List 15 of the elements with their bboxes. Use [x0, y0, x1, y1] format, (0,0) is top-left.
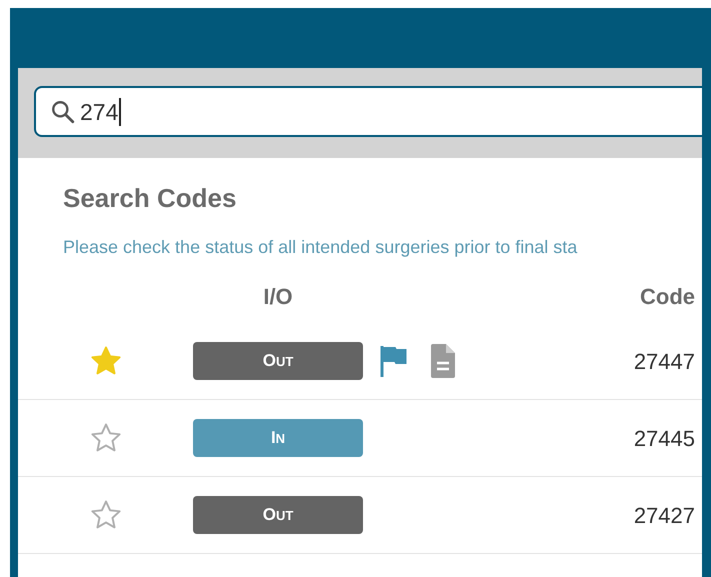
flag-icon[interactable]	[379, 344, 409, 378]
io-badge: IN	[193, 419, 363, 457]
column-header: Code	[640, 282, 696, 310]
io-badge: OUT	[193, 342, 363, 380]
dialog-title: Search Codes	[63, 182, 238, 215]
search-icon	[50, 98, 76, 124]
notice-text: Please check the status of all intended surgeries prior to final sta	[63, 236, 578, 259]
io-badge: OUT	[193, 496, 363, 534]
column-header: I/O	[262, 282, 294, 310]
table-cell-text: 27427	[634, 502, 696, 530]
document-icon[interactable]	[429, 343, 457, 379]
search-text: 274	[80, 98, 122, 126]
table-cell-text: 27445	[634, 424, 696, 452]
table-cell-text: 27447	[634, 348, 696, 376]
search-field[interactable]: 274	[34, 86, 702, 137]
